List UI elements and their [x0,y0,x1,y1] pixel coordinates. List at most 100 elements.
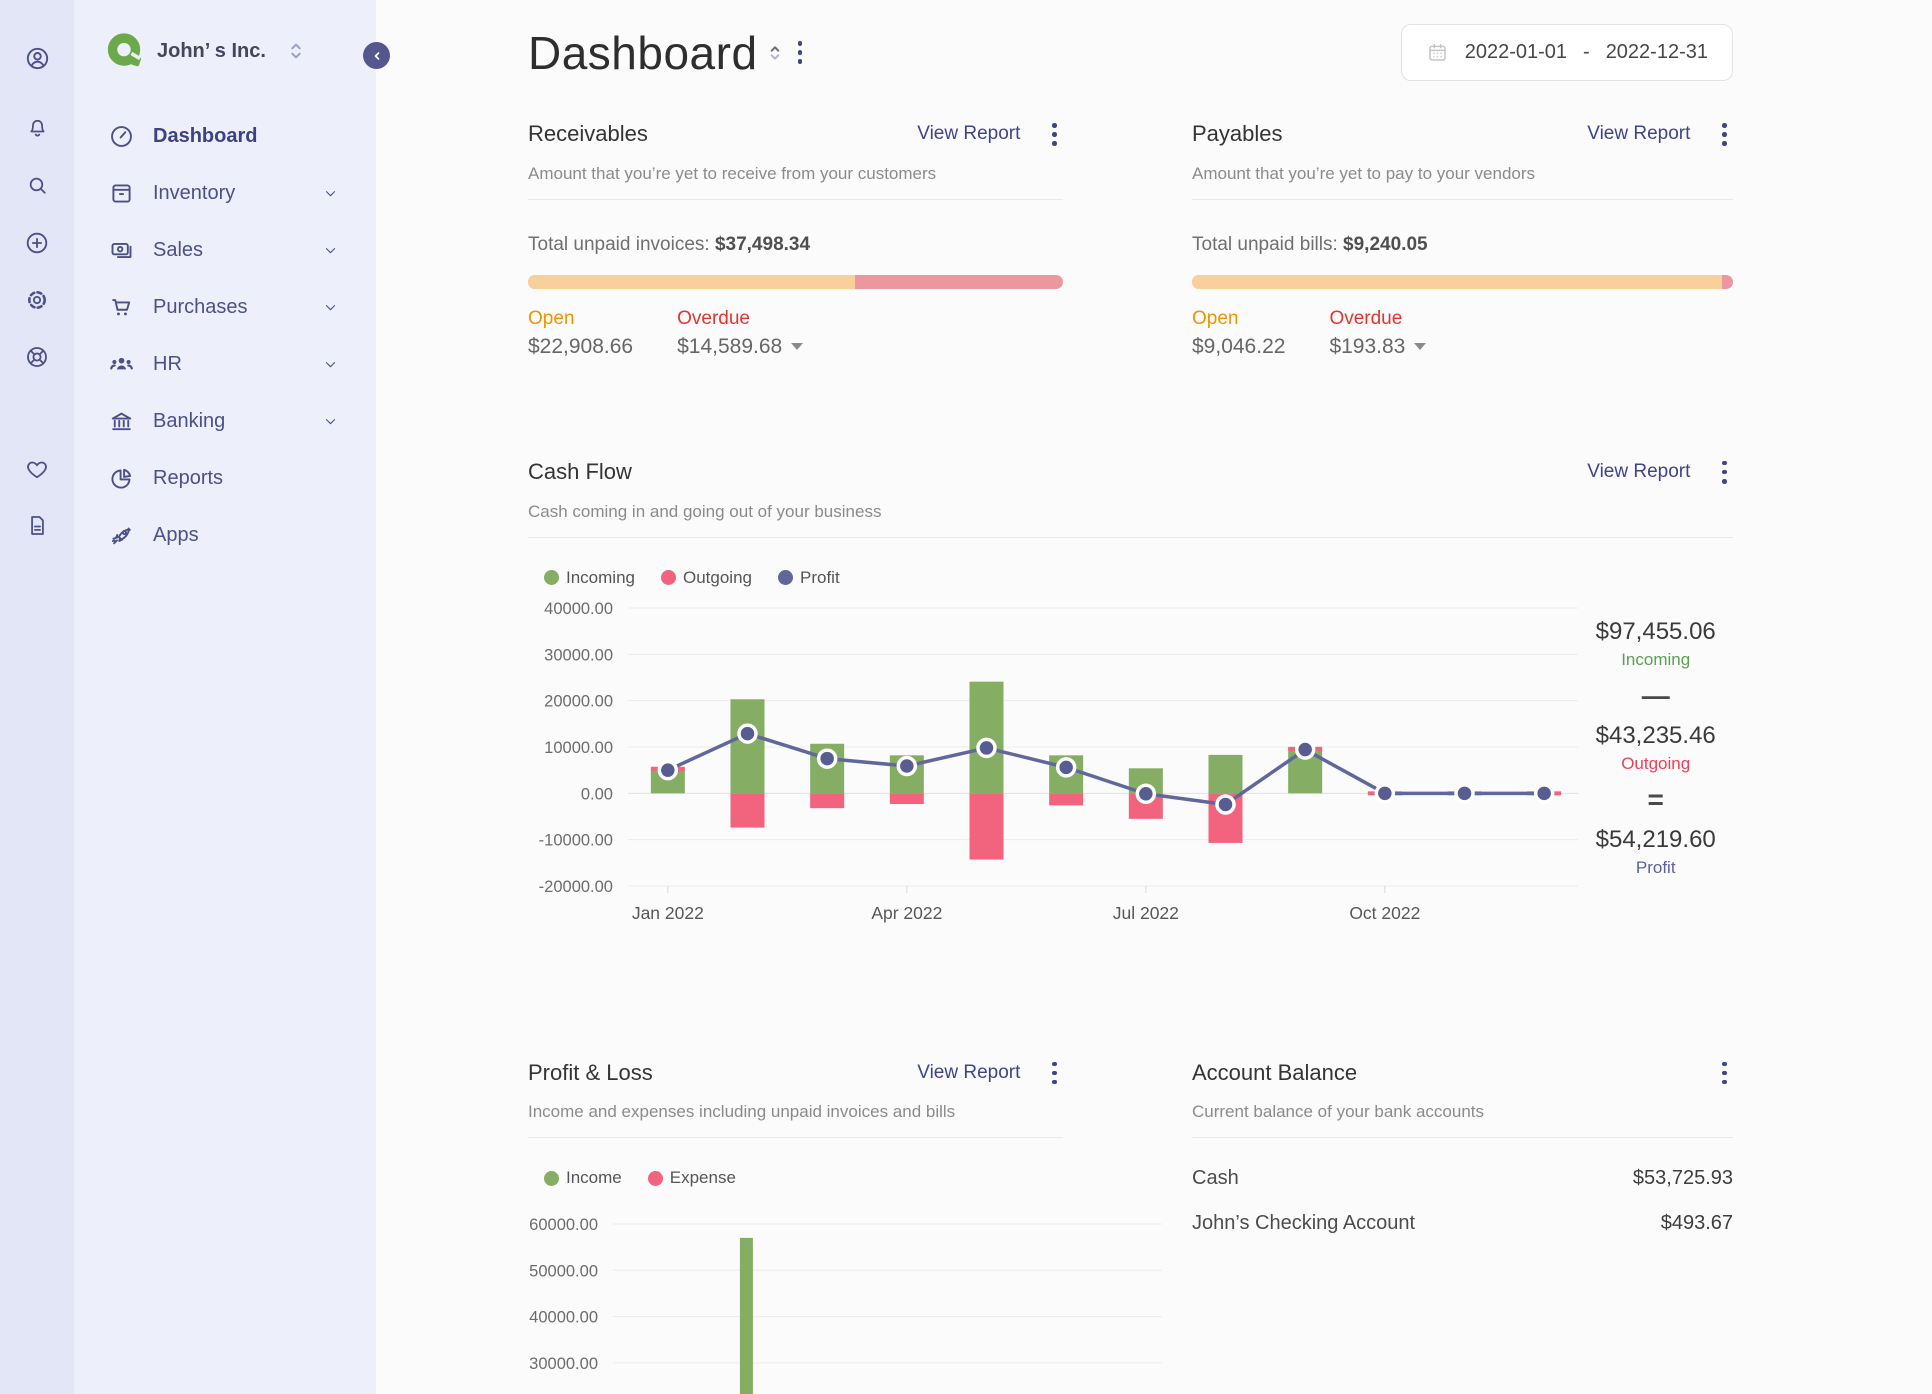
purchases-cart-icon [108,294,135,321]
dashboard-selector-icon[interactable] [767,41,783,65]
sidebar-item-purchases[interactable]: Purchases [74,279,376,336]
overdue-dropdown-caret[interactable] [791,343,804,351]
main-area: Dashboard 2022-01-01 - 2022-12-31 Receiv… [376,0,1932,1394]
company-selector-icon[interactable] [287,38,305,64]
apps-rocket-icon [108,522,135,549]
legend-item[interactable]: Outgoing [660,567,752,588]
svg-text:-10000.00: -10000.00 [539,831,613,849]
payables-title: Payables [1192,121,1283,147]
cashflow-menu-kebab[interactable] [1716,455,1733,490]
chevron-left-icon [374,51,379,60]
payables-subtitle: Amount that you’re yet to pay to your ve… [1192,163,1536,183]
profit-total: $54,219.60 [1595,825,1716,853]
sidebar-item-apps[interactable]: Apps [74,507,376,564]
account-balance-menu-kebab[interactable] [1716,1056,1733,1091]
favorites-heart-icon[interactable] [0,440,74,497]
legend-label: Incoming [566,567,635,587]
svg-text:30000.00: 30000.00 [544,646,613,664]
account-row: Cash $53,725.93 [1192,1167,1733,1190]
receivables-title: Receivables [528,121,648,147]
account-row: John’s Checking Account $493.67 [1192,1212,1733,1235]
date-range-picker[interactable]: 2022-01-01 - 2022-12-31 [1400,24,1733,81]
legend-color-dot [660,570,676,586]
notifications-bell-icon[interactable] [0,100,74,157]
legend-item[interactable]: Income [544,1168,622,1188]
banking-bank-icon [108,408,135,435]
page-title: Dashboard [528,26,758,79]
sidebar-item-label: Dashboard [153,125,258,147]
sidebar-item-label: Apps [153,524,199,546]
legend-color-dot [647,1170,663,1186]
cashflow-legend: Incoming Outgoing Profit [544,568,1733,588]
svg-text:Jan 2022: Jan 2022 [632,903,704,923]
sidebar-item-hr[interactable]: HR [74,336,376,393]
account-balance-title: Account Balance [1192,1059,1358,1085]
payables-total: Total unpaid bills: $9,240.05 [1192,233,1428,255]
sidebar-item-reports[interactable]: Reports [74,450,376,507]
payables-open-block: Open $9,046.22 [1192,307,1286,358]
legend-color-dot [777,570,793,586]
account-balance-card: Account Balance Current balance of your … [1192,1056,1733,1389]
sidebar-item-label: Banking [153,410,226,432]
dashboard-menu-kebab[interactable] [792,35,809,70]
receivables-open-segment [528,274,855,289]
hr-people-icon [108,351,135,378]
company-logo [104,30,144,72]
profit-loss-view-report-link[interactable]: View Report [917,1062,1020,1084]
page-header: Dashboard 2022-01-01 - 2022-12-31 [528,0,1733,81]
payables-overdue-block: Overdue $193.83 [1329,308,1427,359]
receivables-view-report-link[interactable]: View Report [917,123,1020,145]
profit-loss-card: Profit & Loss View Report Income and exp… [528,1056,1162,1394]
date-start: 2022-01-01 [1464,41,1568,63]
date-separator: - [1583,41,1590,63]
sales-banknote-icon [108,237,135,264]
chevron-down-icon [323,243,350,258]
sidebar-item-inventory[interactable]: Inventory [74,165,376,222]
legend-label: Profit [799,567,840,587]
payables-menu-kebab[interactable] [1716,117,1733,152]
payables-progress-bar [1192,274,1733,289]
overdue-dropdown-caret[interactable] [1414,343,1427,351]
company-name: John’ s Inc. [157,39,266,62]
search-icon[interactable] [0,157,74,214]
company-switcher[interactable]: John’ s Inc. [74,0,376,72]
sidebar-nav: Dashboard Inventory Sales Purchases HR B… [74,108,376,564]
profit-loss-menu-kebab[interactable] [1046,1056,1063,1091]
user-account-icon[interactable] [0,30,74,87]
cashflow-subtitle: Cash coming in and going out of your bus… [528,501,882,521]
cashflow-view-report-link[interactable]: View Report [1587,461,1690,483]
receivables-overdue-block: Overdue $14,589.68 [677,308,804,359]
cashflow-chart[interactable]: 40000.00 30000.00 20000.00 10000.00 0.00 -100… [528,596,1579,930]
sidebar-item-sales[interactable]: Sales [74,222,376,279]
receivables-menu-kebab[interactable] [1046,117,1063,152]
svg-text:30000.00: 30000.00 [529,1355,598,1373]
legend-item[interactable]: Profit [777,567,840,588]
sidebar-item-label: HR [153,353,182,375]
legend-item[interactable]: Incoming [544,568,635,588]
legend-label: Income [566,1168,622,1188]
help-life-ring-icon[interactable] [0,328,74,385]
cashflow-title: Cash Flow [528,459,632,485]
account-balance-subtitle: Current balance of your bank accounts [1192,1102,1485,1122]
sidebar-item-banking[interactable]: Banking [74,393,376,450]
equals-operator: = [1647,783,1664,815]
svg-text:50000.00: 50000.00 [529,1263,598,1281]
quick-add-plus-icon[interactable] [0,214,74,271]
document-icon[interactable] [0,497,74,554]
sidebar: John’ s Inc. Dashboard Inventory Sales P… [74,0,390,1394]
sidebar-item-label: Reports [153,467,224,489]
legend-item[interactable]: Expense [647,1168,736,1188]
settings-gear-icon[interactable] [0,271,74,328]
payables-view-report-link[interactable]: View Report [1587,123,1690,145]
chevron-down-icon [323,357,350,372]
receivables-open-block: Open $22,908.66 [528,307,634,358]
legend-label: Outgoing [682,567,752,587]
payables-open-segment [1192,274,1722,289]
svg-text:-20000.00: -20000.00 [539,878,613,896]
sidebar-collapse-button[interactable] [363,42,390,69]
receivables-progress-bar [528,274,1063,289]
profit-loss-chart[interactable]: 60000.00 50000.00 40000.00 30000.00 [528,1198,1168,1394]
outgoing-total: $43,235.46 [1595,721,1716,749]
legend-color-dot [544,1170,559,1186]
sidebar-item-dashboard[interactable]: Dashboard [74,108,376,165]
